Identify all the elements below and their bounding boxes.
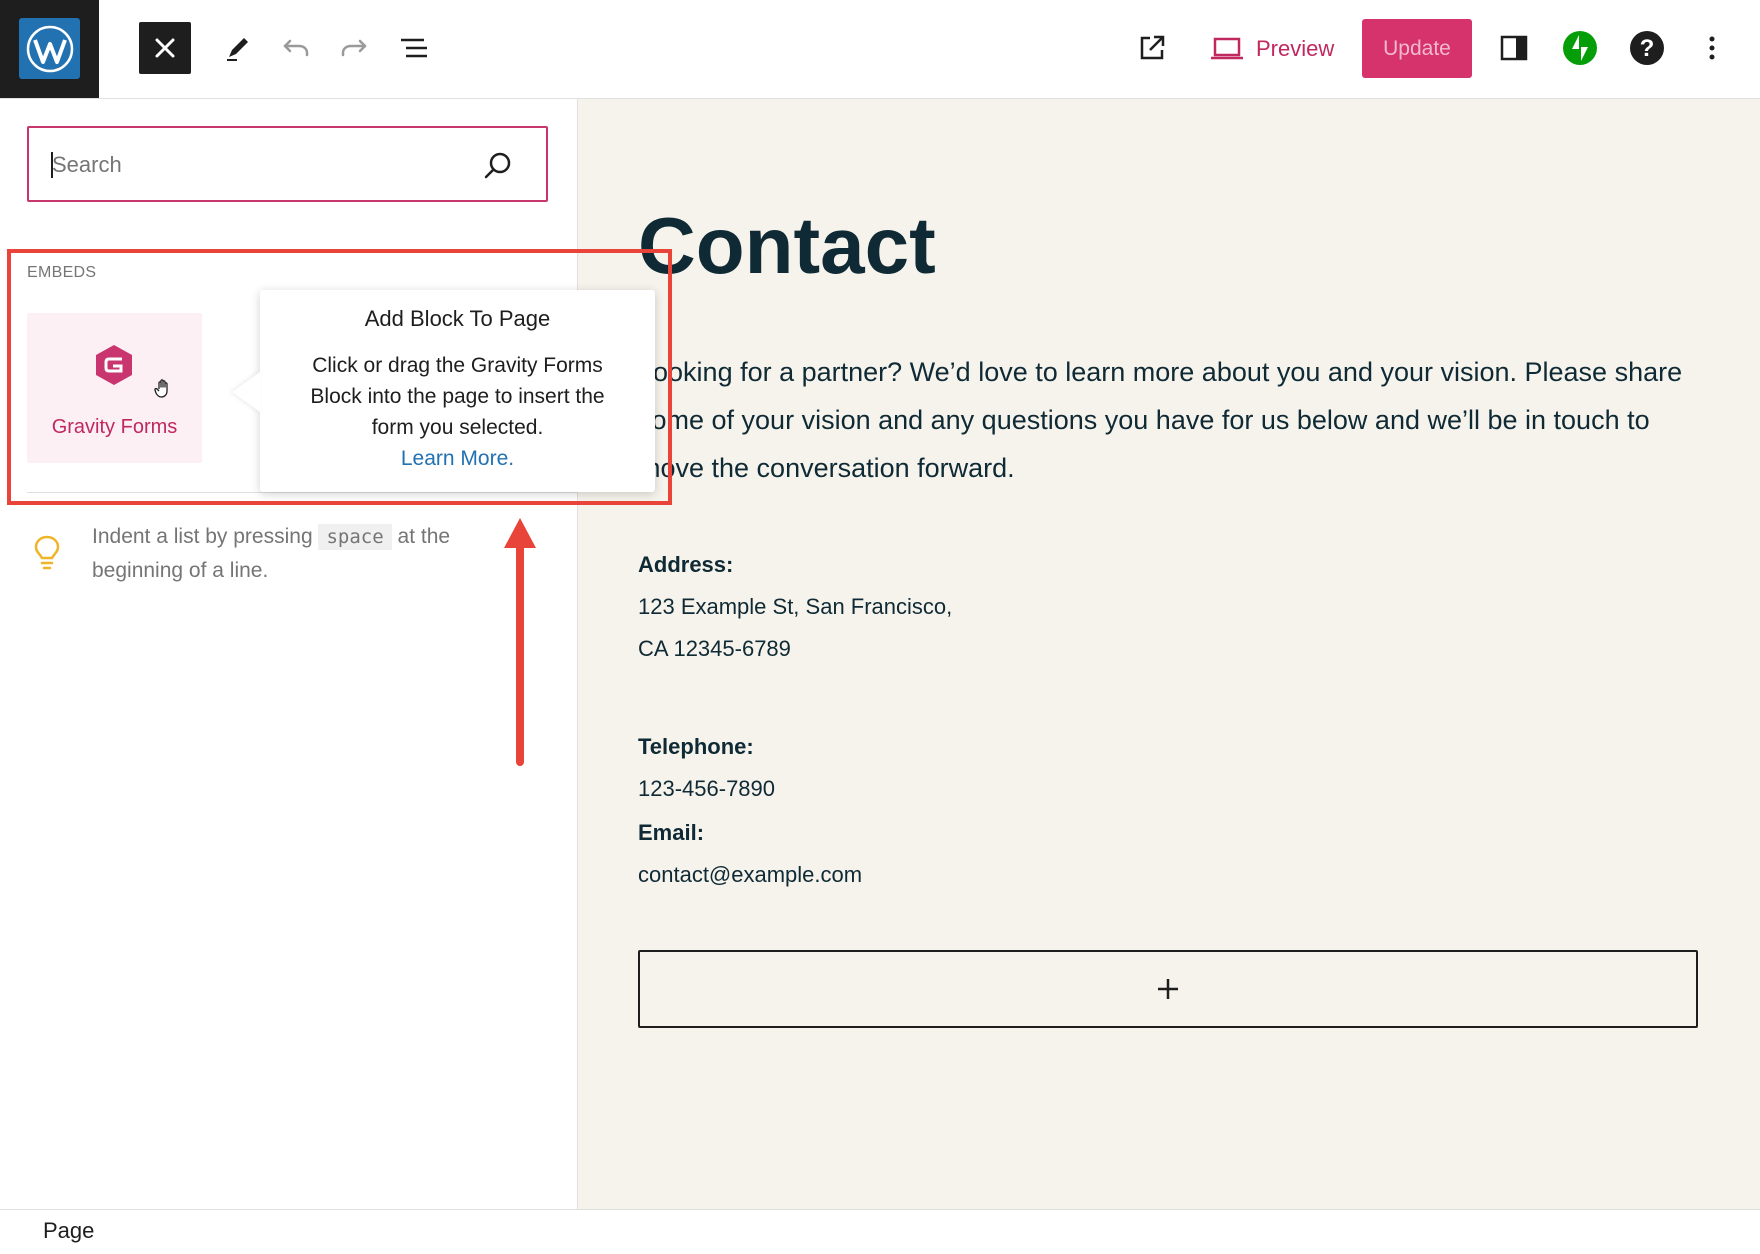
wordpress-logo-icon — [19, 18, 80, 79]
gravity-forms-icon — [92, 343, 136, 387]
add-block-button[interactable] — [638, 950, 1698, 1028]
sidebar-settings-icon — [1500, 35, 1528, 61]
popover-body: Click or drag the Gravity Forms Block in… — [290, 350, 625, 474]
wordpress-logo-tile[interactable] — [0, 0, 99, 98]
view-page-button[interactable] — [1130, 26, 1174, 70]
settings-button[interactable] — [1492, 26, 1536, 70]
tip-keyboard-key: space — [318, 524, 392, 550]
undo-icon — [283, 39, 309, 57]
tools-button[interactable] — [216, 26, 260, 70]
intro-paragraph[interactable]: Looking for a partner? We’d love to lear… — [638, 348, 1708, 492]
laptop-icon — [1211, 37, 1243, 60]
gravity-forms-block-label: Gravity Forms — [51, 416, 178, 438]
address-label[interactable]: Address: — [638, 552, 733, 578]
redo-button[interactable] — [332, 26, 376, 70]
pencil-icon — [227, 38, 248, 61]
category-heading: EMBEDS — [27, 264, 97, 281]
svg-text:?: ? — [1640, 35, 1655, 62]
document-overview-button[interactable] — [392, 26, 436, 70]
preview-button[interactable]: Preview — [1210, 24, 1334, 74]
telephone-value[interactable]: 123-456-7890 — [638, 776, 775, 802]
learn-more-link[interactable]: Learn More. — [401, 447, 514, 470]
jetpack-button[interactable] — [1558, 26, 1602, 70]
close-inserter-button[interactable] — [139, 22, 191, 74]
telephone-label[interactable]: Telephone: — [638, 734, 754, 760]
page-title[interactable]: Contact — [638, 200, 936, 292]
email-label[interactable]: Email: — [638, 820, 704, 846]
help-icon: ? — [1630, 31, 1664, 65]
address-line-2[interactable]: CA 12345-6789 — [638, 636, 791, 662]
popover-description: Click or drag the Gravity Forms Block in… — [310, 354, 605, 439]
red-arrow-up-icon — [504, 518, 536, 766]
hand-cursor-icon — [152, 376, 176, 400]
redo-icon — [341, 39, 367, 57]
email-value[interactable]: contact@example.com — [638, 862, 862, 888]
lightbulb-icon — [32, 534, 62, 574]
address-line-1[interactable]: 123 Example St, San Francisco, — [638, 594, 952, 620]
popover-title: Add Block To Page — [364, 306, 551, 331]
close-icon — [155, 38, 175, 58]
list-view-icon — [401, 38, 427, 58]
preview-label: Preview — [1256, 36, 1335, 61]
search-icon — [480, 148, 516, 184]
inserter-tip: Indent a list by pressing space at the b… — [92, 520, 512, 588]
plus-icon — [1158, 979, 1178, 999]
help-button[interactable]: ? — [1625, 26, 1669, 70]
update-button[interactable]: Update — [1362, 19, 1472, 78]
more-vertical-icon — [1709, 36, 1715, 60]
search-input[interactable] — [50, 146, 454, 184]
editor-footer — [0, 1209, 1760, 1254]
external-link-icon — [1140, 35, 1165, 60]
tip-text-before: Indent a list by pressing — [92, 525, 313, 548]
popover-arrow — [232, 372, 260, 412]
undo-button[interactable] — [274, 26, 318, 70]
panel-divider — [27, 492, 577, 493]
options-button[interactable] — [1690, 26, 1734, 70]
breadcrumb[interactable]: Page — [43, 1218, 94, 1244]
text-caret — [51, 152, 53, 178]
jetpack-icon — [1563, 31, 1597, 65]
